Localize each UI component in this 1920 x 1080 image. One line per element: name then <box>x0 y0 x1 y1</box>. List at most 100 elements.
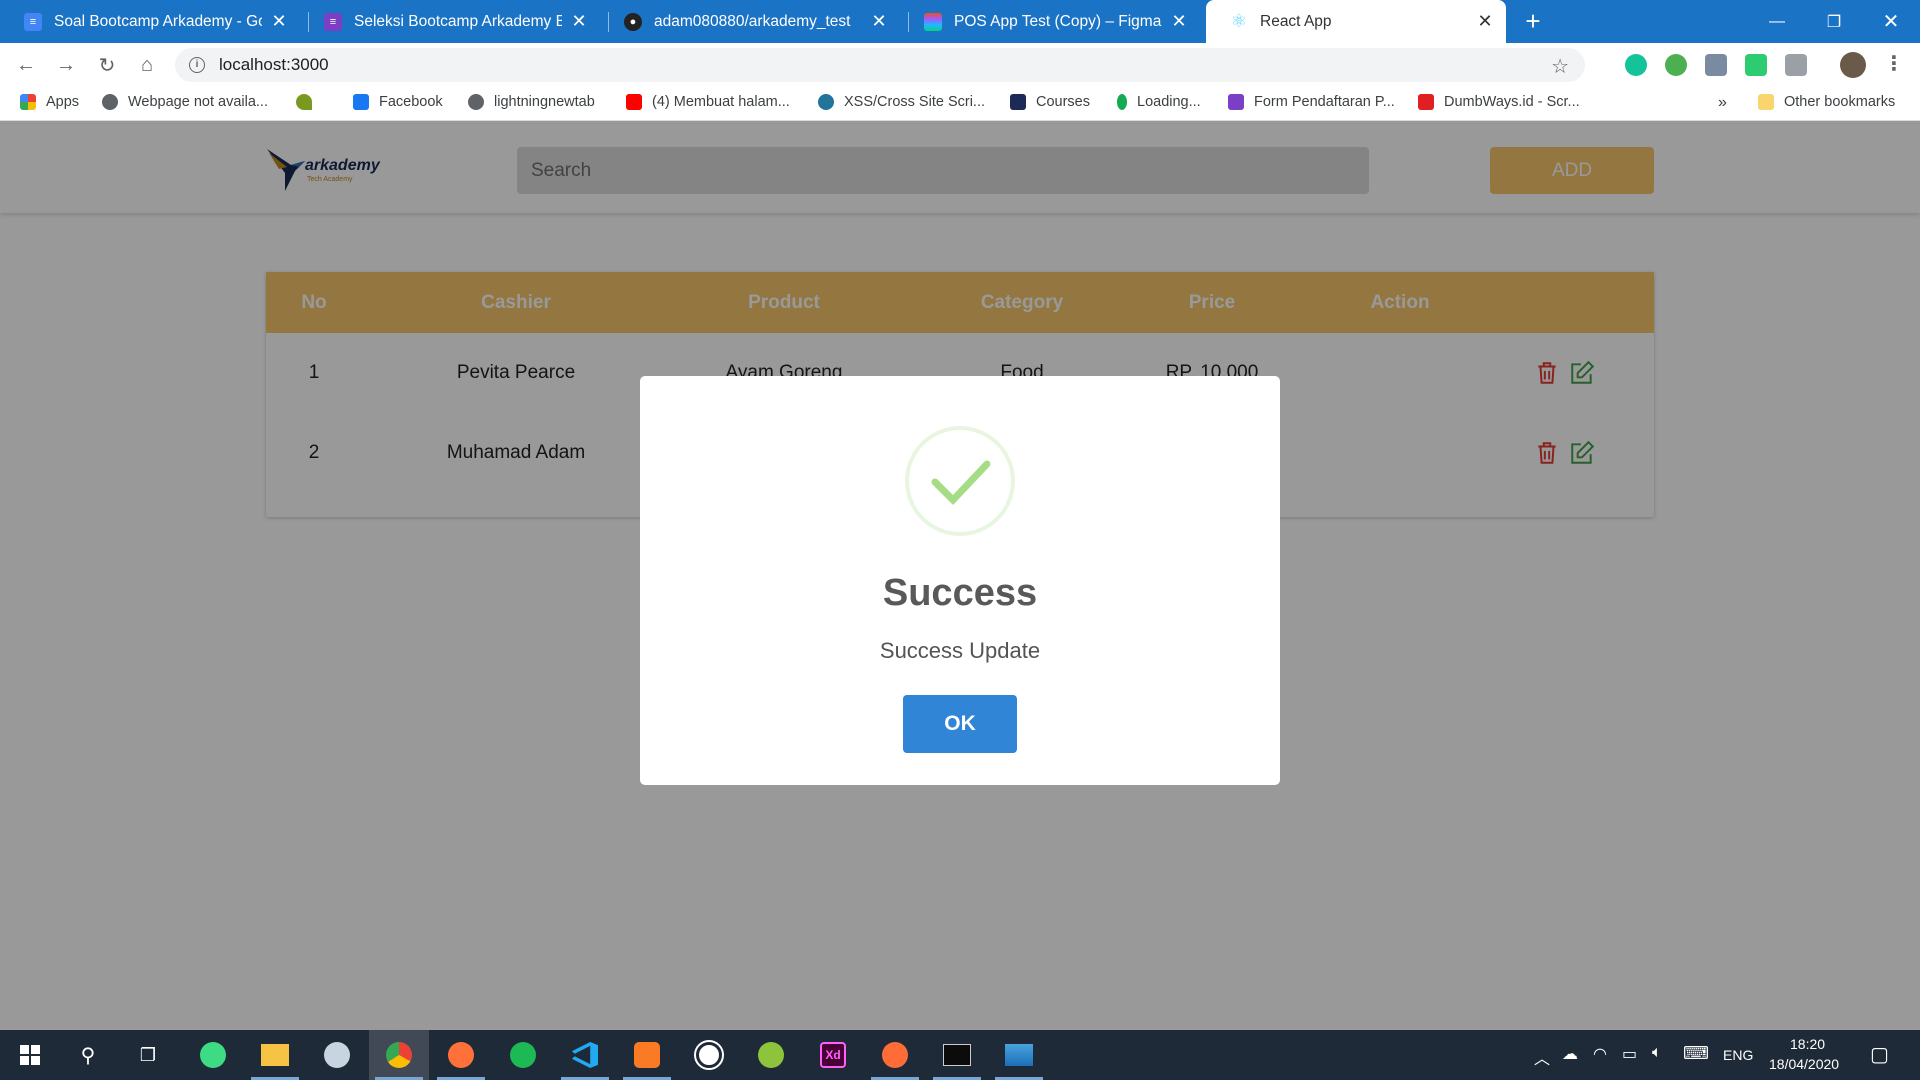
browser-tab[interactable]: ≡ Soal Bootcamp Arkademy - Goo ✕ <box>0 0 300 43</box>
tab-title: POS App Test (Copy) – Figma <box>954 12 1162 30</box>
adobe-xd-icon[interactable]: Xd <box>803 1030 863 1080</box>
bird-icon <box>1010 94 1026 110</box>
browser-tab[interactable]: POS App Test (Copy) – Figma ✕ <box>900 0 1200 43</box>
bookmark-label: (4) Membuat halam... <box>652 94 790 110</box>
profile-avatar[interactable] <box>1840 52 1866 78</box>
github-icon: ● <box>624 12 642 31</box>
success-dialog: Success Success Update OK <box>640 376 1280 785</box>
youtube-icon <box>626 94 642 110</box>
figma-icon <box>924 12 942 31</box>
apps-grid-icon <box>20 94 36 110</box>
bookmark-label: Webpage not availa... <box>128 94 268 110</box>
wordpress-icon <box>818 94 834 110</box>
page-content: arkademy Tech Academy ADD No Cashier Pro… <box>0 121 1920 1030</box>
minimize-button[interactable]: — <box>1748 0 1806 43</box>
restore-button[interactable]: ❐ <box>1805 0 1863 43</box>
extension-icon[interactable] <box>1705 54 1727 76</box>
file-explorer-icon[interactable] <box>245 1030 305 1080</box>
bookmark-label: Apps <box>46 94 80 110</box>
photos-icon[interactable] <box>989 1030 1049 1080</box>
tab-title: Seleksi Bootcamp Arkademy Bat <box>354 12 562 30</box>
browser-tab[interactable]: ● adam080880/arkademy_test ✕ <box>600 0 900 43</box>
show-hidden-icons[interactable]: ︿ <box>1534 1045 1550 1069</box>
postman-icon[interactable] <box>865 1030 925 1080</box>
folder-icon <box>1758 94 1774 110</box>
bookmark-label: XSS/Cross Site Scri... <box>844 94 986 110</box>
bookmark-label: Form Pendaftaran P... <box>1254 94 1395 110</box>
bookmark-item[interactable] <box>296 94 322 110</box>
bookmark-item[interactable]: DumbWays.id - Scr... <box>1418 94 1580 110</box>
browser-tab-strip: ≡ Soal Bootcamp Arkademy - Goo ✕ ≡ Selek… <box>0 0 1920 43</box>
bookmark-item[interactable]: Facebook <box>353 94 443 110</box>
firefox-icon[interactable] <box>431 1030 491 1080</box>
battery-icon[interactable]: ▭ <box>1622 1044 1637 1064</box>
grammarly-extension-icon[interactable] <box>1625 54 1647 76</box>
react-icon: ⚛ <box>1230 11 1248 31</box>
close-tab-icon[interactable]: ✕ <box>870 11 888 32</box>
bookmark-star-icon[interactable]: ☆ <box>1551 54 1569 79</box>
google-forms-icon <box>1228 94 1244 110</box>
whatsapp-icon[interactable] <box>679 1030 739 1080</box>
extension-icon[interactable] <box>1745 54 1767 76</box>
browser-tab[interactable]: ≡ Seleksi Bootcamp Arkademy Bat ✕ <box>300 0 600 43</box>
ok-button[interactable]: OK <box>903 695 1017 753</box>
notifications-icon[interactable]: ▢ <box>1870 1042 1889 1067</box>
volume-icon[interactable]: 🔈︎ <box>1652 1044 1662 1062</box>
language-indicator[interactable]: ENG <box>1723 1047 1753 1063</box>
xampp-icon[interactable] <box>617 1030 677 1080</box>
clock-time[interactable]: 18:20 <box>1790 1036 1825 1052</box>
globe-icon <box>102 94 118 110</box>
forward-button[interactable]: → <box>52 51 80 79</box>
close-tab-icon[interactable]: ✕ <box>1476 11 1494 32</box>
wifi-icon[interactable]: ◠ <box>1593 1044 1607 1064</box>
search-icon[interactable]: ⚲ <box>58 1030 118 1080</box>
close-tab-icon[interactable]: ✕ <box>1170 11 1188 32</box>
android-studio-icon[interactable] <box>183 1030 243 1080</box>
bookmarks-bar: Apps Webpage not availa... Facebook ligh… <box>0 87 1920 121</box>
tab-title: adam080880/arkademy_test <box>654 12 851 30</box>
bookmarks-overflow-button[interactable]: » <box>1718 94 1727 112</box>
chrome-icon[interactable] <box>369 1030 429 1080</box>
back-button[interactable]: ← <box>12 51 40 79</box>
reload-button[interactable]: ↻ <box>93 51 121 79</box>
bookmark-item[interactable]: Webpage not availa... <box>102 94 268 110</box>
bookmark-item[interactable]: lightningnewtab <box>468 94 595 110</box>
bookmark-item[interactable]: Form Pendaftaran P... <box>1228 94 1395 110</box>
tab-title: Soal Bootcamp Arkademy - Goo <box>54 12 262 30</box>
site-info-icon[interactable]: i <box>189 57 205 73</box>
tab-title: React App <box>1260 12 1332 30</box>
bookmark-label: Loading... <box>1137 94 1201 110</box>
bookmark-item[interactable]: Loading... <box>1117 94 1201 110</box>
steam-icon[interactable] <box>307 1030 367 1080</box>
bookmark-item[interactable]: XSS/Cross Site Scri... <box>818 94 985 110</box>
inkscape-icon[interactable] <box>741 1030 801 1080</box>
bookmark-item[interactable]: Apps <box>20 94 79 110</box>
camera-extension-icon[interactable] <box>1785 54 1807 76</box>
vscode-icon[interactable] <box>555 1030 615 1080</box>
close-tab-icon[interactable]: ✕ <box>270 11 288 32</box>
extension-icon[interactable] <box>1665 54 1687 76</box>
bookmark-label: Other bookmarks <box>1784 94 1896 110</box>
browser-menu-icon[interactable]: ⋮ <box>1884 51 1904 76</box>
dumbways-icon <box>1418 94 1434 110</box>
bookmark-item[interactable]: Courses <box>1010 94 1090 110</box>
bookmark-label: Courses <box>1036 94 1090 110</box>
other-bookmarks[interactable]: Other bookmarks <box>1758 94 1895 110</box>
terminal-icon[interactable] <box>927 1030 987 1080</box>
new-tab-button[interactable]: + <box>1518 6 1548 36</box>
task-view-icon[interactable]: ❐ <box>118 1030 178 1080</box>
close-window-button[interactable]: ✕ <box>1862 0 1920 43</box>
keyboard-icon[interactable]: ⌨ <box>1683 1043 1709 1064</box>
windows-taskbar: ⚲ ❐ Xd ︿ ☁ ◠ ▭ 🔈︎ ⌨ ENG 18:20 18/04/2020… <box>0 1030 1920 1080</box>
home-button[interactable]: ⌂ <box>133 51 161 79</box>
onedrive-icon[interactable]: ☁ <box>1562 1044 1578 1064</box>
start-icon[interactable] <box>0 1030 60 1080</box>
address-bar[interactable]: i localhost:3000 ☆ <box>175 48 1585 82</box>
spotify-icon[interactable] <box>493 1030 553 1080</box>
close-tab-icon[interactable]: ✕ <box>570 11 588 32</box>
leaf-bookmark-icon <box>296 94 312 110</box>
success-check-icon <box>905 426 1015 536</box>
clock-date[interactable]: 18/04/2020 <box>1769 1056 1839 1072</box>
bookmark-item[interactable]: (4) Membuat halam... <box>626 94 790 110</box>
browser-tab-active[interactable]: ⚛ React App ✕ <box>1206 0 1506 43</box>
